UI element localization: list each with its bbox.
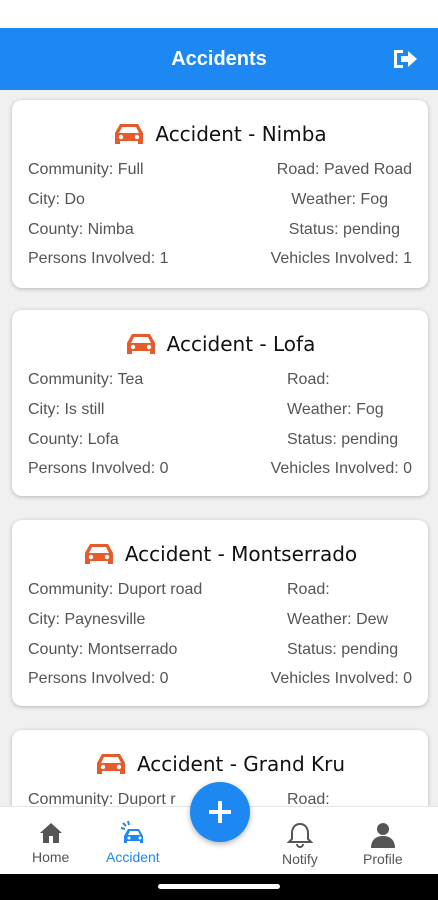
nav-home[interactable]: Home xyxy=(32,819,69,865)
city-field: City: Is still xyxy=(28,401,105,418)
plus-icon xyxy=(209,801,231,823)
nav-notify-label: Notify xyxy=(282,851,318,867)
county-field: County: Montserrado xyxy=(28,641,178,658)
city-field: City: Paynesville xyxy=(28,611,146,628)
car-icon xyxy=(84,544,113,564)
nav-accident-label: Accident xyxy=(106,849,160,865)
car-icon xyxy=(96,754,125,774)
nav-accident[interactable]: Accident xyxy=(106,819,160,865)
car-icon xyxy=(115,124,144,144)
vehicles-field: Vehicles Involved: 0 xyxy=(270,460,412,477)
community-field: Community: Duport road xyxy=(28,581,203,598)
city-field: City: Do xyxy=(28,191,85,208)
card-title: Accident - Lofa xyxy=(12,330,428,358)
community-field: Community: Full xyxy=(28,161,144,178)
user-icon xyxy=(370,823,395,848)
county-field: County: Nimba xyxy=(28,221,134,238)
weather-field: Weather: Fog xyxy=(291,191,388,208)
community-field: Community: Tea xyxy=(28,371,144,388)
persons-field: Persons Involved: 0 xyxy=(28,460,169,477)
card-title: Accident - Grand Kru xyxy=(12,750,428,778)
car-crash-icon xyxy=(120,820,143,843)
nav-notify[interactable]: Notify xyxy=(282,821,318,867)
road-field: Road: Paved Road xyxy=(276,161,412,178)
weather-field: Weather: Fog xyxy=(287,401,384,418)
status-bar xyxy=(0,0,438,28)
page-title: Accidents xyxy=(171,47,267,70)
accident-card[interactable]: Accident - Nimba Community: Full Road: P… xyxy=(12,100,428,288)
road-field: Road: xyxy=(287,371,330,388)
card-details: Community: Tea Road: City: Is still Weat… xyxy=(12,370,428,488)
logout-icon[interactable] xyxy=(392,47,418,71)
app-header: Accidents xyxy=(0,28,438,90)
card-title-text: Accident - Montserrado xyxy=(124,542,358,566)
bell-icon xyxy=(286,822,314,848)
add-accident-button[interactable] xyxy=(190,782,250,842)
status-field: Status: pending xyxy=(287,431,399,448)
card-title: Accident - Montserrado xyxy=(12,540,428,568)
card-title-text: Accident - Lofa xyxy=(166,332,316,356)
card-title-text: Accident - Grand Kru xyxy=(136,752,346,776)
system-nav-bar xyxy=(0,874,438,900)
nav-profile-label: Profile xyxy=(363,851,403,867)
county-field: County: Lofa xyxy=(28,431,119,448)
community-field: Community: Duport r xyxy=(28,791,176,806)
persons-field: Persons Involved: 1 xyxy=(28,250,169,267)
card-title-text: Accident - Nimba xyxy=(155,122,327,146)
accident-card[interactable]: Accident - Lofa Community: Tea Road: Cit… xyxy=(12,310,428,496)
accident-list: Accident - Nimba Community: Full Road: P… xyxy=(0,90,438,806)
gesture-handle[interactable] xyxy=(158,884,280,889)
accident-card[interactable]: Accident - Montserrado Community: Duport… xyxy=(12,520,428,706)
nav-home-label: Home xyxy=(32,849,70,865)
nav-profile[interactable]: Profile xyxy=(363,821,403,867)
card-title: Accident - Nimba xyxy=(12,120,428,148)
card-details: Community: Duport road Road: City: Payne… xyxy=(12,580,428,698)
weather-field: Weather: Dew xyxy=(287,611,389,628)
road-field: Road: xyxy=(287,581,330,598)
vehicles-field: Vehicles Involved: 0 xyxy=(270,670,412,687)
status-field: Status: pending xyxy=(288,221,400,238)
status-field: Status: pending xyxy=(287,641,399,658)
persons-field: Persons Involved: 0 xyxy=(28,670,169,687)
vehicles-field: Vehicles Involved: 1 xyxy=(270,250,412,267)
road-field: Road: xyxy=(287,791,330,806)
home-icon xyxy=(39,823,62,843)
car-icon xyxy=(126,334,155,354)
card-details: Community: Full Road: Paved Road City: D… xyxy=(12,160,428,278)
